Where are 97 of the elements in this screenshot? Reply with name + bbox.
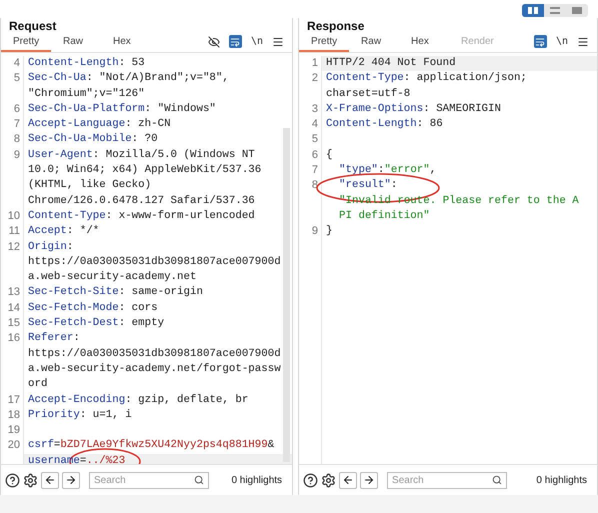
scrollbar[interactable] [283,128,290,462]
code-line: Sec-Fetch-Mode: cors [28,300,158,316]
code-line: X-Frame-Options: SAMEORIGIN [326,102,501,117]
view-tab[interactable]: Raw [349,36,400,52]
back-button[interactable] [339,472,358,488]
arrow-left-icon [44,474,56,486]
search-icon [194,474,204,484]
code-line: ord [28,377,48,392]
forward-button[interactable] [360,472,378,488]
line-number: 18 [1,408,24,424]
newline-toggle[interactable]: \n [556,36,568,47]
newline-toggle[interactable]: \n [250,36,264,47]
layout-toggle[interactable] [522,4,544,16]
line-number: 20 [1,438,24,454]
line-number: 10 [1,208,24,224]
line-number: 11 [1,224,24,240]
menu-icon[interactable] [272,36,284,48]
highlights-count: 0 highlights [536,474,588,486]
columns-icon [528,6,538,14]
line-number: 12 [1,240,24,255]
line-number: 7 [1,117,24,132]
line-number: 2 [299,71,322,87]
line-number: 19 [1,423,24,438]
search-icon [492,474,502,484]
code-line: charset=utf-8 [326,86,410,102]
code-line: 10.0; Win64; x64) AppleWebKit/537.36 [28,163,262,178]
line-number: 8 [1,132,24,148]
arrow-left-icon [342,474,354,486]
line-number: 5 [1,71,24,87]
forward-button[interactable] [62,472,80,488]
code-line: Content-Length: 53 [28,56,145,71]
line-number: 3 [299,102,322,118]
eye-slash-icon[interactable] [208,36,220,48]
code-line: https://0a030035031db30981807ace007900d [28,346,281,362]
code-line: a.web-security-academy.net/forgot-passw [28,362,281,377]
settings-icon[interactable] [321,472,336,488]
help-icon[interactable] [5,472,20,488]
line-number: 17 [1,392,24,408]
menu-icon[interactable] [577,36,589,48]
code-line: Accept-Language: zh-CN [28,117,171,132]
view-tab[interactable]: Raw [51,36,101,52]
code-line: csrf=bZD7LAe9Yfkwz5XU42Nyy2ps4q881H99& [28,438,274,454]
highlights-count: 0 highlights [231,474,284,486]
arrow-right-icon [65,474,77,486]
code-line: "type":"error", [339,163,436,178]
help-icon[interactable] [303,472,318,488]
code-line: HTTP/2 404 Not Found [326,56,456,71]
code-line: Origin: [28,240,74,255]
view-tab[interactable]: Pretty [1,36,51,52]
code-line: Sec-Ch-Ua-Platform: "Windows" [28,102,216,117]
line-number: 9 [1,148,24,164]
line-number: 4 [1,56,24,72]
line-number: 15 [1,316,24,332]
line-number: 6 [1,102,24,118]
code-line: a.web-security-academy.net [28,270,196,286]
line-number: 5 [299,132,322,148]
code-line: Accept-Encoding: gzip, deflate, br [28,392,248,408]
code-line: Sec-Fetch-Site: same-origin [28,285,203,300]
line-number: 13 [1,285,24,301]
code-line: Sec-Ch-Ua: "Not/A)Brand";v="8", [28,71,229,86]
view-tab[interactable]: Pretty [299,36,350,52]
line-number: 16 [1,331,24,347]
line-number: 9 [299,224,322,240]
code-line: https://0a030035031db30981807ace007900d [28,254,281,270]
code-line: User-Agent: Mozilla/5.0 (Windows NT [28,148,255,163]
view-tab[interactable]: Hex [101,36,151,52]
line-number: 7 [299,163,322,178]
code-line: { [326,148,333,163]
code-line: Content-Type: x-www-form-urlencoded [28,208,255,224]
search-field[interactable]: Search [387,472,508,488]
code-line: Sec-Fetch-Dest: empty [28,316,164,332]
line-number: 4 [299,117,322,132]
settings-icon[interactable] [23,472,38,488]
wrap-icon[interactable] [534,35,547,48]
code-line: } [326,224,333,240]
arrow-right-icon [363,474,376,486]
code-line: Priority: u=1, i [28,408,132,423]
code-line: "result": [339,178,398,194]
pane-title: Request [8,18,58,35]
pane-title: Response [306,18,366,35]
code-line: Sec-Ch-Ua-Mobile: ?0 [28,132,158,148]
line-number: 14 [1,300,24,316]
code-line: "Chromium";v="126" [28,86,145,102]
code-line: PI definition" [339,208,430,224]
wrap-icon[interactable] [228,35,242,48]
search-field[interactable]: Search [89,472,209,488]
code-line: Accept: */* [28,224,100,240]
rows-icon [550,6,560,14]
code-line: Content-Length: 86 [326,117,443,132]
code-line: Chrome/126.0.6478.127 Safari/537.36 [28,194,255,209]
square-icon [572,6,582,14]
line-number: 6 [299,148,322,164]
view-tab[interactable]: Hex [399,36,450,52]
code-line: Referer: [28,331,80,346]
back-button[interactable] [41,472,59,488]
code-line: (KHTML, like Gecko) [28,178,152,194]
code-line: Content-Type: application/json; [326,71,527,86]
